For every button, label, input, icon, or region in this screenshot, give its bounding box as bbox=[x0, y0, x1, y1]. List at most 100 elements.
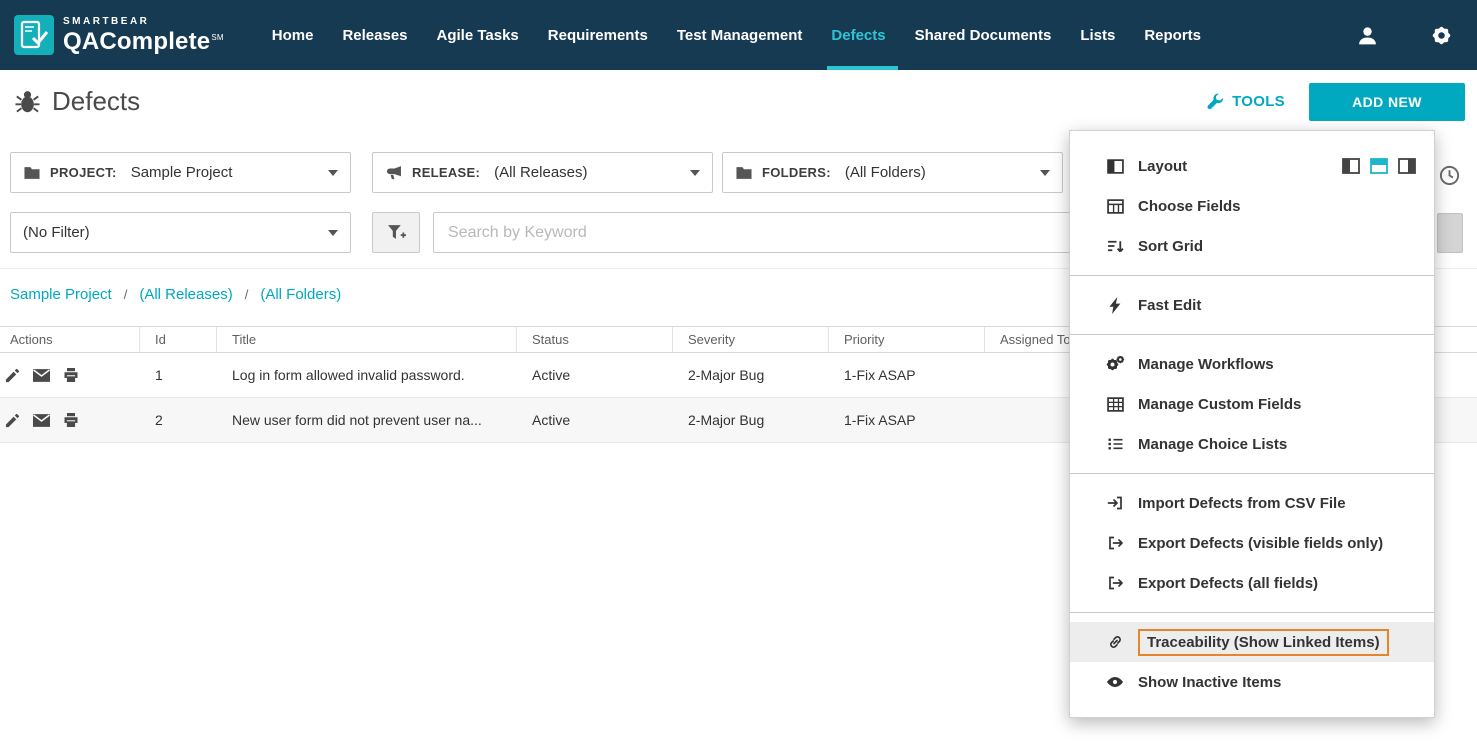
cell-status: Active bbox=[517, 367, 673, 383]
release-value: (All Releases) bbox=[494, 164, 587, 181]
cell-id: 1 bbox=[140, 367, 217, 383]
export-icon bbox=[1105, 575, 1125, 591]
layout-icon bbox=[1105, 159, 1125, 174]
chevron-down-icon bbox=[328, 230, 338, 236]
project-label: PROJECT: bbox=[50, 165, 117, 180]
nav-item-agile-tasks[interactable]: Agile Tasks bbox=[435, 0, 521, 70]
filter-value: (No Filter) bbox=[23, 224, 90, 241]
layout-left-panel-icon[interactable] bbox=[1342, 158, 1360, 174]
cell-severity: 2-Major Bug bbox=[673, 367, 829, 383]
choose-fields-icon bbox=[1105, 199, 1125, 214]
bug-icon bbox=[14, 88, 41, 115]
smartbear-label: SMARTBEAR bbox=[63, 17, 224, 27]
breadcrumb-separator: / bbox=[245, 287, 249, 302]
folders-value: (All Folders) bbox=[845, 164, 926, 181]
menu-item-manage-custom-fields[interactable]: Manage Custom Fields bbox=[1070, 384, 1434, 424]
layout-top-panel-icon[interactable] bbox=[1370, 158, 1388, 174]
tools-button[interactable]: TOOLS bbox=[1206, 93, 1285, 111]
folder-icon bbox=[23, 166, 41, 180]
product-name: QACompleteSM bbox=[63, 30, 224, 54]
traceability-highlight-box: Traceability (Show Linked Items) bbox=[1138, 629, 1389, 656]
wrench-icon bbox=[1206, 93, 1224, 111]
main-nav: Home Releases Agile Tasks Requirements T… bbox=[270, 0, 1203, 70]
cell-title: Log in form allowed invalid password. bbox=[217, 367, 517, 383]
nav-item-test-management[interactable]: Test Management bbox=[675, 0, 805, 70]
top-navbar: SMARTBEAR QACompleteSM Home Releases Agi… bbox=[0, 0, 1477, 70]
sort-grid-icon bbox=[1105, 239, 1125, 254]
add-new-button[interactable]: ADD NEW bbox=[1309, 83, 1465, 121]
breadcrumb-release-link[interactable]: (All Releases) bbox=[139, 286, 232, 303]
nav-item-reports[interactable]: Reports bbox=[1142, 0, 1203, 70]
column-header-title[interactable]: Title bbox=[217, 327, 517, 352]
folders-label: FOLDERS: bbox=[762, 165, 831, 180]
menu-item-manage-workflows[interactable]: Manage Workflows bbox=[1070, 344, 1434, 384]
print-icon[interactable] bbox=[63, 412, 79, 428]
page-header: Defects TOOLS ADD NEW bbox=[0, 70, 1477, 133]
cell-priority: 1-Fix ASAP bbox=[829, 412, 985, 428]
breadcrumb-project-link[interactable]: Sample Project bbox=[10, 286, 112, 303]
column-header-priority[interactable]: Priority bbox=[829, 327, 985, 352]
menu-item-sort-grid[interactable]: Sort Grid bbox=[1070, 226, 1434, 266]
funnel-plus-icon bbox=[387, 224, 406, 241]
add-filter-button[interactable] bbox=[372, 212, 420, 253]
lightning-bolt-icon bbox=[1105, 297, 1125, 314]
nav-item-releases[interactable]: Releases bbox=[340, 0, 409, 70]
project-dropdown[interactable]: PROJECT: Sample Project bbox=[10, 152, 351, 193]
print-icon[interactable] bbox=[63, 367, 79, 383]
chevron-down-icon bbox=[328, 170, 338, 176]
settings-gear-icon[interactable] bbox=[1430, 24, 1453, 47]
nav-item-requirements[interactable]: Requirements bbox=[546, 0, 650, 70]
menu-item-fast-edit[interactable]: Fast Edit bbox=[1070, 285, 1434, 325]
eye-icon bbox=[1105, 675, 1125, 689]
trademark-label: SM bbox=[211, 33, 223, 42]
nav-item-shared-documents[interactable]: Shared Documents bbox=[913, 0, 1054, 70]
nav-item-lists[interactable]: Lists bbox=[1078, 0, 1117, 70]
cell-priority: 1-Fix ASAP bbox=[829, 367, 985, 383]
megaphone-icon bbox=[385, 165, 403, 180]
menu-item-show-inactive-items[interactable]: Show Inactive Items bbox=[1070, 662, 1434, 702]
user-icon[interactable] bbox=[1357, 25, 1378, 46]
menu-item-import-defects-csv[interactable]: Import Defects from CSV File bbox=[1070, 483, 1434, 523]
breadcrumb-separator: / bbox=[124, 287, 128, 302]
menu-item-export-defects-all[interactable]: Export Defects (all fields) bbox=[1070, 563, 1434, 603]
link-icon bbox=[1105, 634, 1125, 650]
column-header-status[interactable]: Status bbox=[517, 327, 673, 352]
column-header-actions[interactable]: Actions bbox=[0, 327, 140, 352]
folder-icon bbox=[735, 166, 753, 180]
cell-title: New user form did not prevent user na... bbox=[217, 412, 517, 428]
email-envelope-icon[interactable] bbox=[33, 414, 50, 427]
qacomplete-logo-icon bbox=[14, 15, 54, 55]
column-header-id[interactable]: Id bbox=[140, 327, 217, 352]
menu-item-layout[interactable]: Layout bbox=[1070, 146, 1434, 186]
breadcrumb: Sample Project / (All Releases) / (All F… bbox=[10, 286, 341, 303]
release-dropdown[interactable]: RELEASE: (All Releases) bbox=[372, 152, 713, 193]
gears-icon bbox=[1105, 356, 1125, 372]
import-icon bbox=[1105, 495, 1125, 511]
chevron-down-icon bbox=[690, 170, 700, 176]
email-envelope-icon[interactable] bbox=[33, 369, 50, 382]
menu-item-traceability[interactable]: Traceability (Show Linked Items) bbox=[1070, 622, 1434, 662]
edit-pencil-icon[interactable] bbox=[5, 413, 20, 428]
folders-dropdown[interactable]: FOLDERS: (All Folders) bbox=[722, 152, 1063, 193]
menu-item-choose-fields[interactable]: Choose Fields bbox=[1070, 186, 1434, 226]
table-grid-icon bbox=[1105, 397, 1125, 412]
history-clock-icon[interactable] bbox=[1438, 164, 1461, 192]
chevron-down-icon bbox=[1040, 170, 1050, 176]
scrollbar[interactable] bbox=[1437, 213, 1463, 253]
menu-item-manage-choice-lists[interactable]: Manage Choice Lists bbox=[1070, 424, 1434, 464]
qacomplete-app: SMARTBEAR QACompleteSM Home Releases Agi… bbox=[0, 0, 1477, 749]
list-icon bbox=[1105, 437, 1125, 451]
breadcrumb-folders-link[interactable]: (All Folders) bbox=[260, 286, 341, 303]
nav-item-home[interactable]: Home bbox=[270, 0, 316, 70]
column-header-severity[interactable]: Severity bbox=[673, 327, 829, 352]
menu-item-export-defects-visible[interactable]: Export Defects (visible fields only) bbox=[1070, 523, 1434, 563]
layout-right-panel-icon[interactable] bbox=[1398, 158, 1416, 174]
cell-status: Active bbox=[517, 412, 673, 428]
saved-filter-dropdown[interactable]: (No Filter) bbox=[10, 212, 351, 253]
edit-pencil-icon[interactable] bbox=[5, 368, 20, 383]
release-label: RELEASE: bbox=[412, 165, 480, 180]
tools-dropdown-menu: Layout bbox=[1069, 130, 1435, 718]
cell-id: 2 bbox=[140, 412, 217, 428]
brand-logo[interactable]: SMARTBEAR QACompleteSM bbox=[14, 15, 224, 55]
nav-item-defects[interactable]: Defects bbox=[829, 0, 887, 70]
